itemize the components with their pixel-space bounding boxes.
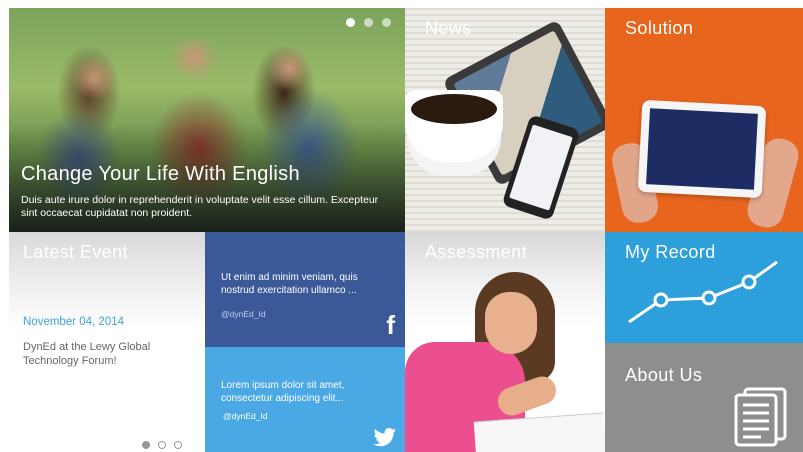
- twitter-icon[interactable]: [373, 428, 397, 448]
- tablet-image: [637, 99, 767, 199]
- hero-pagination: [346, 18, 391, 27]
- tile-grid: Change Your Life With English Duis aute …: [9, 8, 803, 452]
- hero-title: Change Your Life With English: [21, 163, 300, 185]
- hero-dot-2[interactable]: [364, 18, 373, 27]
- event-dot-2[interactable]: [158, 441, 166, 449]
- student-face-image: [485, 292, 537, 354]
- assessment-title: Assessment: [425, 242, 528, 262]
- event-dot-3[interactable]: [174, 441, 182, 449]
- about-us-tile[interactable]: About Us: [605, 343, 803, 452]
- solution-title: Solution: [625, 18, 694, 38]
- news-title: News: [425, 18, 472, 38]
- event-date: November 04, 2014: [23, 316, 125, 328]
- my-record-tile[interactable]: My Record: [605, 232, 803, 343]
- hero-slider[interactable]: Change Your Life With English Duis aute …: [9, 8, 405, 232]
- twitter-tile[interactable]: Lorem ipsum dolor sit amet, consectetur …: [205, 347, 405, 452]
- twitter-post-text: Lorem ipsum dolor sit amet, consectetur …: [221, 380, 345, 404]
- event-pagination: [142, 441, 182, 449]
- facebook-tile[interactable]: Ut enim ad minim veniam, quis nostrud ex…: [205, 232, 405, 347]
- event-title: Latest Event: [23, 242, 128, 262]
- hero-dot-1[interactable]: [346, 18, 355, 27]
- hero-dot-3[interactable]: [382, 18, 391, 27]
- coffee-cup-image: [405, 90, 503, 162]
- news-tile[interactable]: News: [405, 8, 605, 232]
- hero-text: Duis aute irure dolor in reprehenderit i…: [21, 194, 379, 219]
- facebook-handle[interactable]: @dynEd_Id: [221, 309, 266, 319]
- document-icon: [734, 387, 787, 447]
- event-dot-1[interactable]: [142, 441, 150, 449]
- record-title: My Record: [625, 242, 716, 262]
- facebook-icon[interactable]: f: [386, 310, 395, 341]
- about-title: About Us: [625, 365, 703, 385]
- twitter-handle[interactable]: @dynEd_Id: [223, 411, 268, 421]
- solution-tile[interactable]: Solution: [605, 8, 803, 232]
- event-text[interactable]: DynEd at the Lewy Global Technology Foru…: [23, 340, 193, 368]
- latest-event-tile[interactable]: Latest Event November 04, 2014 DynEd at …: [9, 232, 205, 452]
- assessment-tile[interactable]: Assessment: [405, 232, 605, 452]
- facebook-post-text: Ut enim ad minim veniam, quis nostrud ex…: [221, 272, 358, 296]
